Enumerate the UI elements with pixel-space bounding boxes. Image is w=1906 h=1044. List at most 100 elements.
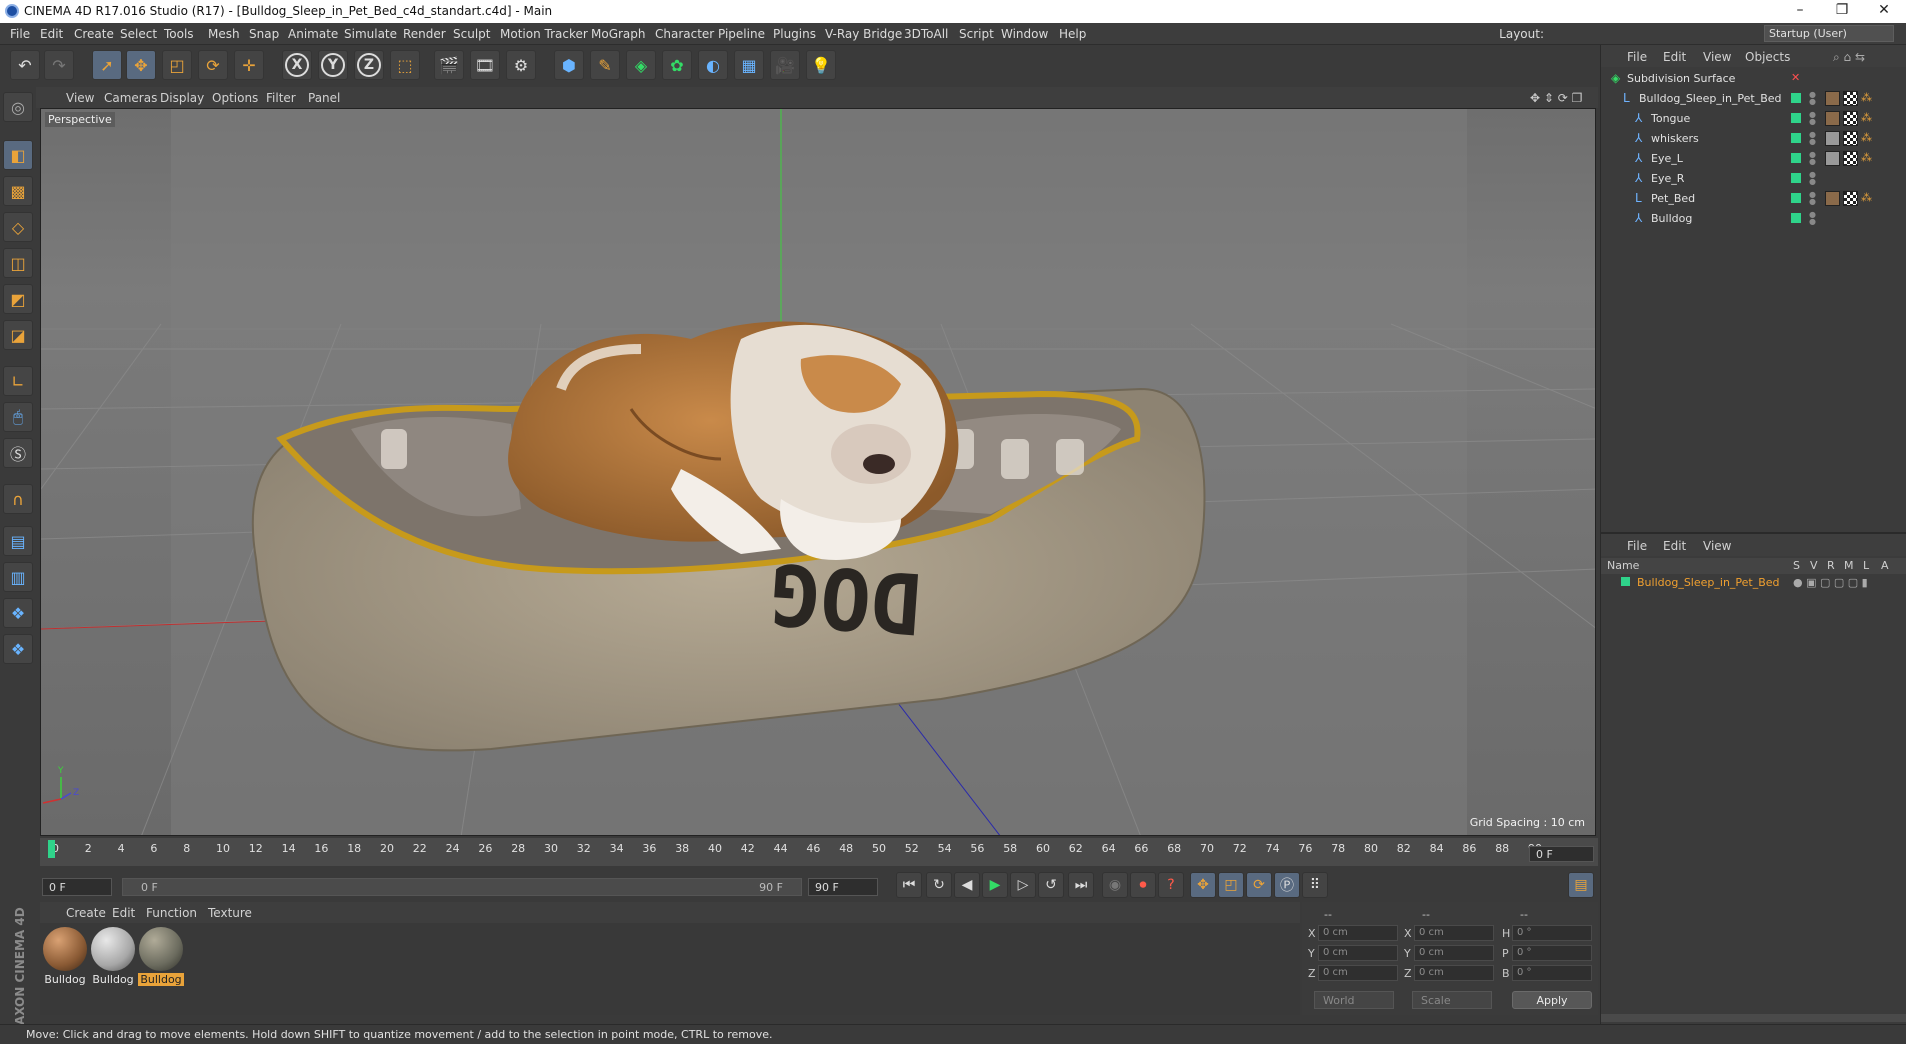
position-x-field[interactable]: 0 cm (1318, 925, 1398, 941)
objects-menu-edit[interactable]: Edit (1663, 50, 1686, 64)
layer-color-icon[interactable] (1791, 153, 1801, 163)
menu-snap[interactable]: Snap (249, 27, 279, 41)
key-position-icon[interactable]: ✥ (1190, 872, 1216, 898)
menu-help[interactable]: Help (1059, 27, 1086, 41)
visibility-dots-icon[interactable]: ● ● (1809, 191, 1816, 207)
size-y-field[interactable]: 0 cm (1414, 945, 1494, 961)
y-axis-lock-icon[interactable]: Y (318, 50, 348, 80)
next-key-icon[interactable]: ↺ (1038, 872, 1064, 898)
layer-color-icon[interactable] (1791, 133, 1801, 143)
viewport-menu-display[interactable]: Display (160, 91, 204, 105)
coordinate-system-icon[interactable]: ⬚ (390, 50, 420, 80)
polygons-mode-icon[interactable]: ◪ (3, 320, 33, 350)
phong-tag-icon[interactable]: ⁂ (1861, 91, 1876, 106)
cube-primitive-icon[interactable]: ⬢ (554, 50, 584, 80)
material-tag-icon[interactable] (1825, 191, 1840, 206)
position-y-field[interactable]: 0 cm (1318, 945, 1398, 961)
object-row[interactable]: ⅄ Eye_R ● ● (1601, 169, 1906, 189)
move-tool-icon[interactable]: ✥ (126, 50, 156, 80)
model-mode-icon[interactable]: ◧ (3, 140, 33, 170)
previous-frame-icon[interactable]: ◀ (954, 872, 980, 898)
objects-menu-objects[interactable]: Objects (1745, 50, 1790, 64)
material-swatch[interactable]: Bulldog (90, 927, 136, 993)
points-mode-icon[interactable]: ◫ (3, 248, 33, 278)
transform-tool-icon[interactable]: ✛ (234, 50, 264, 80)
layer-toggles[interactable]: ● ▣ ▢ ▢ ▢ ▮ (1793, 576, 1868, 589)
viewport-menu-filter[interactable]: Filter (266, 91, 296, 105)
scale-tool-icon[interactable]: ◰ (162, 50, 192, 80)
menu-pipeline[interactable]: Pipeline (718, 27, 765, 41)
object-row[interactable]: L Pet_Bed ● ● ⁂ (1601, 189, 1906, 209)
redo-icon[interactable]: ↷ (44, 50, 74, 80)
playhead-marker[interactable] (48, 840, 55, 858)
end-frame-field[interactable]: 90 F (808, 878, 878, 896)
visibility-dots-icon[interactable]: ● ● (1809, 111, 1816, 127)
next-frame-icon[interactable]: ▷ (1010, 872, 1036, 898)
horizontal-scrollbar[interactable] (1601, 1014, 1906, 1022)
material-swatch-active[interactable]: Bulldog (138, 927, 184, 993)
menu-simulate[interactable]: Simulate (344, 27, 397, 41)
coordinate-space-dropdown[interactable]: World (1314, 991, 1394, 1009)
objects-menu-view[interactable]: View (1703, 50, 1731, 64)
auto-keying-icon[interactable]: ⏺ (1130, 872, 1156, 898)
menu-script[interactable]: Script (959, 27, 994, 41)
object-row[interactable]: ◈ Subdivision Surface ✕ (1601, 69, 1906, 89)
menu-window[interactable]: Window (1001, 27, 1048, 41)
python-script-icon[interactable]: ❖ (3, 598, 33, 628)
menu-motion-tracker[interactable]: Motion Tracker (500, 27, 588, 41)
size-mode-dropdown[interactable]: Scale (1412, 991, 1492, 1009)
workplane-grid-icon[interactable]: ▤ (3, 526, 33, 556)
key-scale-icon[interactable]: ◰ (1218, 872, 1244, 898)
range-slider[interactable]: 0 F 90 F (122, 878, 802, 896)
layout-select[interactable]: Startup (User) (1764, 25, 1894, 42)
x-axis-lock-icon[interactable]: X (282, 50, 312, 80)
layers-menu-view[interactable]: View (1703, 539, 1731, 553)
spline-pen-icon[interactable]: ✎ (590, 50, 620, 80)
rotation-h-field[interactable]: 0 ° (1512, 925, 1592, 941)
objects-menu-file[interactable]: File (1627, 50, 1647, 64)
start-frame-field[interactable]: 0 F (42, 878, 112, 896)
viewport-nav-icons[interactable]: ✥ ⇕ ⟳ ❐ (1530, 91, 1582, 105)
render-view-icon[interactable]: 🎬 (434, 50, 464, 80)
key-parameter-icon[interactable]: Ⓟ (1274, 872, 1300, 898)
cloner-icon[interactable]: ✿ (662, 50, 692, 80)
edges-mode-icon[interactable]: ◩ (3, 284, 33, 314)
layer-color-icon[interactable] (1791, 93, 1801, 103)
position-z-field[interactable]: 0 cm (1318, 965, 1398, 981)
object-row[interactable]: ⅄ Tongue ● ● ⁂ (1601, 109, 1906, 129)
menu-character[interactable]: Character (655, 27, 714, 41)
floor-icon[interactable]: ▦ (734, 50, 764, 80)
material-menu-create[interactable]: Create (66, 906, 106, 920)
phong-tag-icon[interactable]: ⁂ (1861, 111, 1876, 126)
visibility-dots-icon[interactable]: ● ● (1809, 171, 1816, 187)
z-axis-lock-icon[interactable]: Z (354, 50, 384, 80)
minimize-button[interactable]: – (1780, 2, 1820, 18)
texture-tag-icon[interactable] (1843, 131, 1858, 146)
subdivision-generator-icon[interactable]: ◈ (626, 50, 656, 80)
objects-toolbar-icons[interactable]: ⌕ ⌂ ⇆ (1833, 50, 1865, 65)
object-row[interactable]: ⅄ Eye_L ● ● ⁂ (1601, 149, 1906, 169)
maximize-button[interactable]: ❐ (1822, 2, 1862, 18)
menu-sculpt[interactable]: Sculpt (453, 27, 490, 41)
previous-key-icon[interactable]: ↻ (926, 872, 952, 898)
texture-mode-icon[interactable]: ▩ (3, 176, 33, 206)
material-tag-icon[interactable] (1825, 91, 1840, 106)
render-picture-viewer-icon[interactable]: 🎞 (470, 50, 500, 80)
light-icon[interactable]: 💡 (806, 50, 836, 80)
camera-icon[interactable]: 🎥 (770, 50, 800, 80)
material-tag-icon[interactable] (1825, 151, 1840, 166)
go-to-start-icon[interactable]: ⏮ (896, 872, 922, 898)
menu-mograph[interactable]: MoGraph (591, 27, 646, 41)
visibility-dots-icon[interactable]: ● ● (1809, 131, 1816, 147)
workplane-mode-icon[interactable]: ◇ (3, 212, 33, 242)
material-menu-edit[interactable]: Edit (112, 906, 135, 920)
select-tool-icon[interactable]: ➚ (92, 50, 122, 80)
apply-button[interactable]: Apply (1512, 991, 1592, 1009)
material-tag-icon[interactable] (1825, 111, 1840, 126)
timeline-ruler[interactable]: 0 2 4 6 8 10 12 14 16 18 20 22 24 26 28 30 32 34 36 38 40 42 4… (40, 838, 1598, 866)
axis-mode-icon[interactable]: ∟ (3, 366, 33, 396)
viewport-menu-cameras[interactable]: Cameras (104, 91, 157, 105)
menu-mesh[interactable]: Mesh (208, 27, 240, 41)
make-editable-icon[interactable]: ◎ (3, 92, 33, 122)
menu-file[interactable]: File (10, 27, 30, 41)
